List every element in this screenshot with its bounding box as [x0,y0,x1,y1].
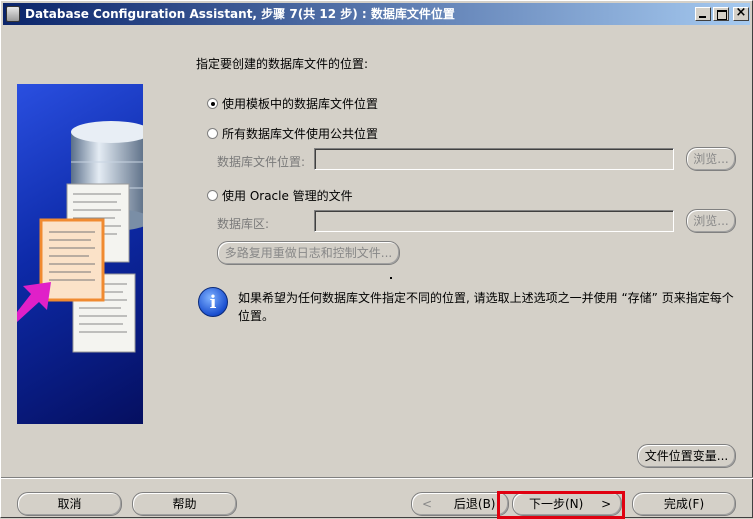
browse-location-button[interactable]: 浏览... [686,147,736,171]
option-common-location-label: 所有数据库文件使用公共位置 [222,127,379,141]
finish-button[interactable]: 完成(F) [632,492,736,516]
browse-area-button[interactable]: 浏览... [686,209,736,233]
db-file-location-input[interactable] [314,148,674,170]
db-file-location-label: 数据库文件位置: [217,155,306,169]
multiplex-redo-control-button[interactable]: 多路复用重做日志和控制文件... [217,241,400,265]
option-template-locations-label: 使用模板中的数据库文件位置 [222,97,379,111]
db-area-label: 数据库区: [217,217,270,231]
app-icon [6,6,20,22]
page-heading: 指定要创建的数据库文件的位置: [196,57,369,71]
arrow-icon [17,282,51,322]
maximize-button[interactable] [713,7,729,21]
file-location-variables-button[interactable]: 文件位置变量... [637,444,736,468]
footer-divider [1,477,753,479]
option-common-location[interactable]: 所有数据库文件使用公共位置 [207,125,378,142]
database-files-illustration [17,121,143,353]
help-button[interactable]: 帮助 [132,492,237,516]
minimize-button[interactable] [695,7,711,21]
dbca-window: Database Configuration Assistant, 步骤 7(共… [0,0,753,519]
wizard-illustration [17,84,143,424]
close-button[interactable] [733,7,749,21]
option-oracle-managed[interactable]: 使用 Oracle 管理的文件 [207,187,353,204]
back-button-label: 后退(B) [453,497,496,511]
info-message: 如果希望为任何数据库文件指定不同的位置, 请选取上述选项之一并使用 “存储” 页… [238,291,734,323]
option-template-locations[interactable]: 使用模板中的数据库文件位置 [207,95,378,112]
next-button-highlight [497,491,625,519]
db-area-input[interactable] [314,210,674,232]
radio-common-location[interactable] [207,128,218,139]
chevron-left-icon: < [422,497,433,511]
radio-oracle-managed[interactable] [207,190,218,201]
back-button[interactable]: < 后退(B) [411,492,509,516]
title-bar: Database Configuration Assistant, 步骤 7(共… [3,3,750,25]
option-oracle-managed-label: 使用 Oracle 管理的文件 [222,189,353,203]
info-icon: i [198,287,228,317]
cancel-button[interactable]: 取消 [17,492,122,516]
window-title: Database Configuration Assistant, 步骤 7(共… [25,7,455,21]
stray-dot [390,277,392,279]
radio-template-locations[interactable] [207,98,218,109]
